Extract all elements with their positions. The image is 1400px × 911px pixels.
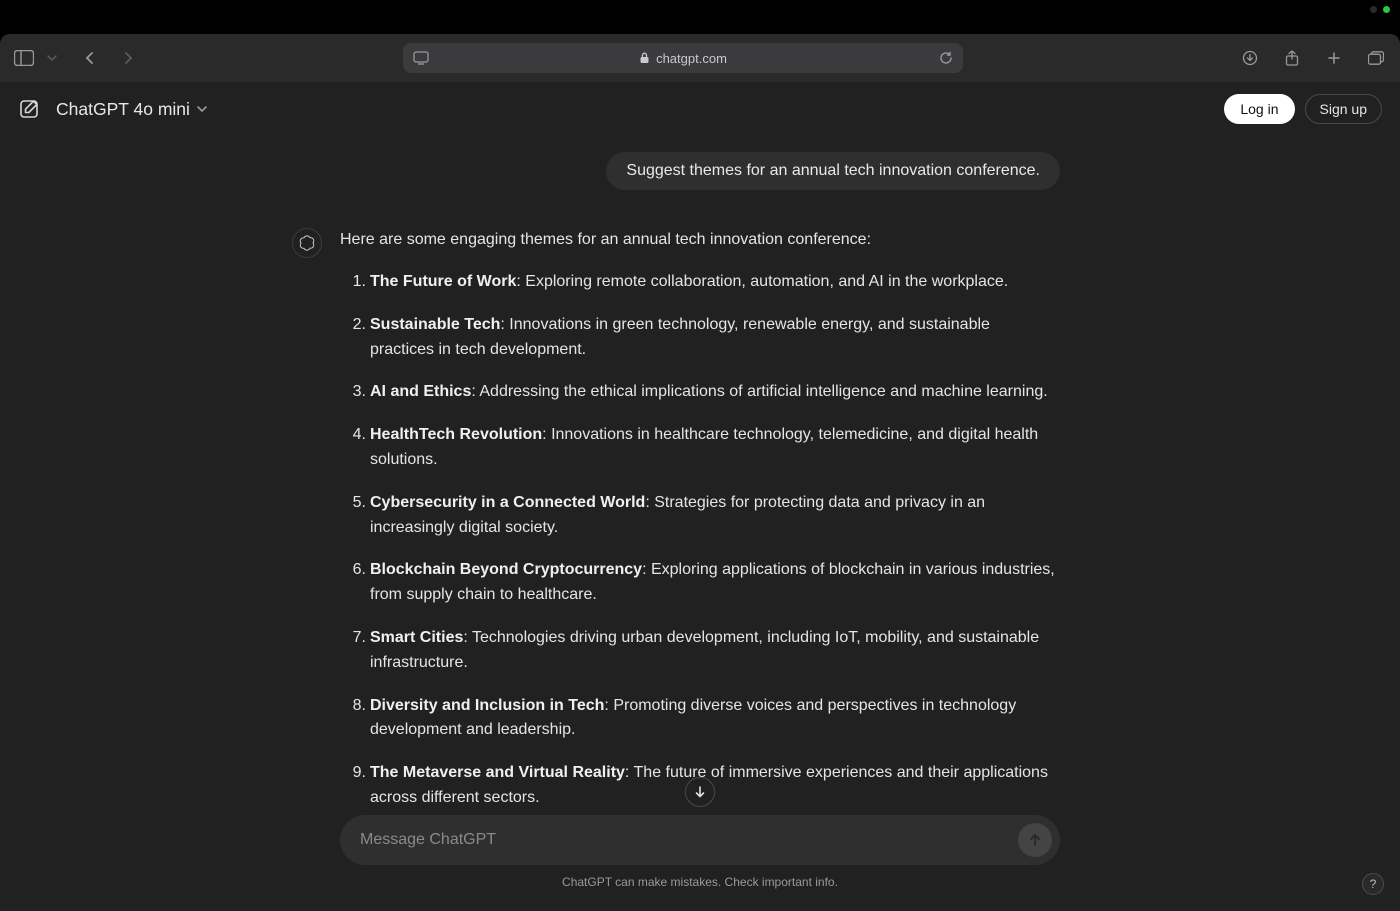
assistant-message: Here are some engaging themes for an ann… [340,228,1060,811]
assistant-intro: Here are some engaging themes for an ann… [340,228,1060,252]
theme-item: Sustainable Tech: Innovations in green t… [370,313,1060,363]
theme-item: Smart Cities: Technologies driving urban… [370,626,1060,676]
help-button[interactable]: ? [1362,873,1384,895]
theme-title: Diversity and Inclusion in Tech [370,697,604,714]
composer[interactable] [340,815,1060,865]
theme-item: AI and Ethics: Addressing the ethical im… [370,380,1060,405]
theme-title: Cybersecurity in a Connected World [370,494,645,511]
forward-button[interactable] [116,46,140,70]
theme-item: Cybersecurity in a Connected World: Stra… [370,491,1060,541]
chatgpt-header: ChatGPT 4o mini Log in Sign up [0,82,1400,136]
disclaimer-text: ChatGPT can make mistakes. Check importa… [562,875,838,889]
model-label: ChatGPT 4o mini [56,99,190,120]
tabs-overview-icon[interactable] [1364,46,1388,70]
theme-title: Smart Cities [370,629,463,646]
user-message: Suggest themes for an annual tech innova… [606,152,1060,190]
theme-desc: : Exploring remote collaboration, automa… [516,273,1008,290]
new-chat-icon[interactable] [18,98,40,120]
theme-item: Blockchain Beyond Cryptocurrency: Explor… [370,558,1060,608]
back-button[interactable] [78,46,102,70]
scroll-to-bottom-button[interactable] [685,777,715,807]
share-icon[interactable] [1280,46,1304,70]
sidebar-toggle-icon[interactable] [12,46,36,70]
new-tab-icon[interactable] [1322,46,1346,70]
lock-icon [639,52,650,64]
composer-input[interactable] [360,831,1018,849]
theme-title: HealthTech Revolution [370,426,542,443]
theme-item: Diversity and Inclusion in Tech: Promoti… [370,694,1060,744]
signup-button[interactable]: Sign up [1305,94,1382,124]
conversation-area: Suggest themes for an annual tech innova… [0,136,1400,811]
themes-list: The Future of Work: Exploring remote col… [340,270,1060,811]
theme-item: The Metaverse and Virtual Reality: The f… [370,761,1060,811]
theme-item: HealthTech Revolution: Innovations in he… [370,423,1060,473]
chevron-down-icon [196,103,208,115]
theme-title: AI and Ethics [370,383,471,400]
theme-desc: : Technologies driving urban development… [370,629,1039,671]
composer-area: ChatGPT can make mistakes. Check importa… [0,811,1400,911]
theme-item: The Future of Work: Exploring remote col… [370,270,1060,295]
send-button[interactable] [1018,823,1052,857]
theme-desc: : Addressing the ethical implications of… [471,383,1047,400]
chevron-down-icon[interactable] [40,46,64,70]
chatgpt-page: ChatGPT 4o mini Log in Sign up Suggest t… [0,82,1400,911]
theme-title: Blockchain Beyond Cryptocurrency [370,561,642,578]
downloads-icon[interactable] [1238,46,1262,70]
model-selector[interactable]: ChatGPT 4o mini [56,99,208,120]
theme-title: Sustainable Tech [370,316,500,333]
theme-title: The Future of Work [370,273,516,290]
mac-window-dots [1370,6,1390,13]
browser-toolbar: chatgpt.com [0,34,1400,82]
address-bar[interactable]: chatgpt.com [403,43,963,73]
login-button[interactable]: Log in [1224,94,1294,124]
theme-title: The Metaverse and Virtual Reality [370,764,625,781]
assistant-avatar-icon [292,228,322,258]
address-bar-host: chatgpt.com [656,51,727,66]
